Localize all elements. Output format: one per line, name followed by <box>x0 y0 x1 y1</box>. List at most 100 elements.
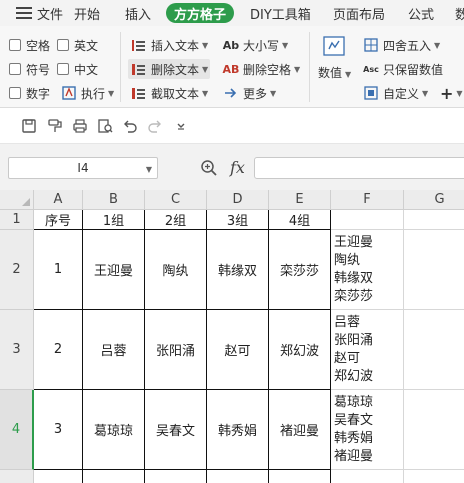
multiline-cell[interactable]: 王迎曼 陶纨 韩缘双 栾莎莎 <box>331 230 404 310</box>
checkbox-english-box[interactable] <box>57 39 69 51</box>
table-cell[interactable]: 褚迎曼 <box>269 390 331 470</box>
checkbox-chinese[interactable]: 中文 <box>57 59 98 79</box>
header-cell[interactable]: 3组 <box>207 210 269 230</box>
column-header-f[interactable]: F <box>331 190 404 210</box>
name-box-dropdown-icon[interactable]: ▼ <box>146 165 152 174</box>
table-cell[interactable]: 栾莎莎 <box>269 230 331 310</box>
undo-icon[interactable] <box>121 117 139 135</box>
column-header-e[interactable]: E <box>269 190 331 210</box>
print-icon[interactable] <box>71 117 89 135</box>
formula-input[interactable] <box>254 157 464 179</box>
rounding-button[interactable]: 四舍五入 ▼ <box>362 35 440 55</box>
extract-text-button[interactable]: 截取文本 ▼ <box>130 83 208 103</box>
menu-fangfange[interactable]: 方方格子 <box>166 3 235 23</box>
table-cell[interactable]: 赵可 <box>207 310 269 390</box>
custom-button[interactable]: 自定义 ▼ <box>362 83 428 103</box>
table-cell[interactable]: 吴春文 <box>145 390 207 470</box>
customize-toolbar-icon[interactable] <box>172 117 190 135</box>
row-header-3[interactable]: 3 <box>0 310 34 390</box>
row-header-partial[interactable] <box>0 470 34 483</box>
row-header-4[interactable]: 4 <box>0 390 34 470</box>
table-cell[interactable]: 1 <box>34 230 83 310</box>
menu-diy-toolbox[interactable]: DIY工具箱 <box>250 0 311 26</box>
function-icon[interactable]: fx <box>230 158 245 177</box>
checkbox-symbol-box[interactable] <box>9 63 21 75</box>
menu-home[interactable]: 开始 <box>74 0 100 26</box>
cell[interactable] <box>145 470 207 483</box>
column-header-a[interactable]: A <box>34 190 83 210</box>
cell[interactable] <box>404 470 464 483</box>
row-header-2[interactable]: 2 <box>0 230 34 310</box>
table-cell[interactable]: 葛琼琼 <box>83 390 145 470</box>
cell[interactable] <box>331 470 404 483</box>
table-cell[interactable]: 张阳涌 <box>145 310 207 390</box>
table-cell[interactable]: 郑幻波 <box>269 310 331 390</box>
table-cell[interactable]: 韩秀娟 <box>207 390 269 470</box>
table-cell[interactable]: 吕蓉 <box>83 310 145 390</box>
menu-formulas[interactable]: 公式 <box>408 0 434 26</box>
print-preview-icon[interactable] <box>96 117 114 135</box>
cell[interactable] <box>83 470 145 483</box>
keep-numbers-button[interactable]: Asc 只保留数值 <box>362 59 443 79</box>
column-header-c[interactable]: C <box>145 190 207 210</box>
cell[interactable] <box>34 470 83 483</box>
insert-text-icon <box>130 37 148 53</box>
checkbox-space[interactable]: 空格 <box>9 35 50 55</box>
checkbox-symbol-label: 符号 <box>26 62 51 77</box>
cell[interactable] <box>207 470 269 483</box>
cell[interactable] <box>404 390 464 470</box>
table-cell[interactable]: 2 <box>34 310 83 390</box>
format-painter-icon[interactable] <box>46 117 64 135</box>
delete-text-button[interactable]: 删除文本 ▼ <box>128 59 211 79</box>
number-label: 数值 ▼ <box>318 66 352 80</box>
multiline-cell[interactable]: 葛琼琼 吴春文 韩秀娟 褚迎曼 <box>331 390 404 470</box>
column-header-b[interactable]: B <box>83 190 145 210</box>
name-box[interactable]: I4 ▼ <box>8 157 158 179</box>
checkbox-symbol[interactable]: 符号 <box>9 59 50 79</box>
insert-text-label: 插入文本 <box>151 38 200 53</box>
redo-icon[interactable] <box>146 117 164 135</box>
more-label: 更多 <box>243 86 268 101</box>
execute-button[interactable]: 执行 ▼ <box>60 83 114 103</box>
header-cell[interactable]: 4组 <box>269 210 331 230</box>
header-cell[interactable]: 1组 <box>83 210 145 230</box>
column-header-g[interactable]: G <box>404 190 464 210</box>
row-header-1[interactable]: 1 <box>0 210 34 230</box>
menu-page-layout[interactable]: 页面布局 <box>333 0 385 26</box>
remove-spaces-button[interactable]: AB 删除空格 ▼ <box>222 59 301 79</box>
checkbox-chinese-box[interactable] <box>57 63 69 75</box>
cell[interactable] <box>404 230 464 310</box>
cell[interactable] <box>404 210 464 230</box>
cell-line: 褚迎曼 <box>334 448 374 464</box>
insert-text-button[interactable]: 插入文本 ▼ <box>130 35 208 55</box>
menu-file[interactable]: 文件 <box>16 0 63 26</box>
checkbox-number-box[interactable] <box>9 87 21 99</box>
number-icon <box>322 34 346 61</box>
header-cell[interactable] <box>331 210 404 230</box>
column-header-d[interactable]: D <box>207 190 269 210</box>
table-cell[interactable]: 3 <box>34 390 83 470</box>
table-cell[interactable]: 韩缘双 <box>207 230 269 310</box>
menu-insert[interactable]: 插入 <box>125 0 151 26</box>
select-all-corner[interactable] <box>0 190 34 210</box>
header-cell[interactable]: 2组 <box>145 210 207 230</box>
table-cell[interactable]: 陶纨 <box>145 230 207 310</box>
multiline-cell[interactable]: 吕蓉 张阳涌 赵可 郑幻波 <box>331 310 404 390</box>
checkbox-space-box[interactable] <box>9 39 21 51</box>
save-icon[interactable] <box>20 117 38 135</box>
cell[interactable] <box>269 470 331 483</box>
case-icon: Ab <box>222 38 240 52</box>
checkbox-number[interactable]: 数字 <box>9 83 50 103</box>
case-button[interactable]: Ab 大小写 ▼ <box>222 35 288 55</box>
remove-spaces-dropdown-icon: ▼ <box>294 64 301 74</box>
cell-line: 栾莎莎 <box>334 288 374 304</box>
checkbox-english[interactable]: 英文 <box>57 35 98 55</box>
menu-data[interactable]: 数 <box>455 0 464 26</box>
cell[interactable] <box>404 310 464 390</box>
more-button[interactable]: 更多 ▼ <box>222 83 276 103</box>
zoom-search-icon[interactable] <box>200 159 218 181</box>
number-button[interactable]: 数值 ▼ <box>317 34 351 96</box>
header-cell[interactable]: 序号 <box>34 210 83 230</box>
add-button[interactable]: + ▼ <box>440 83 463 103</box>
table-cell[interactable]: 王迎曼 <box>83 230 145 310</box>
